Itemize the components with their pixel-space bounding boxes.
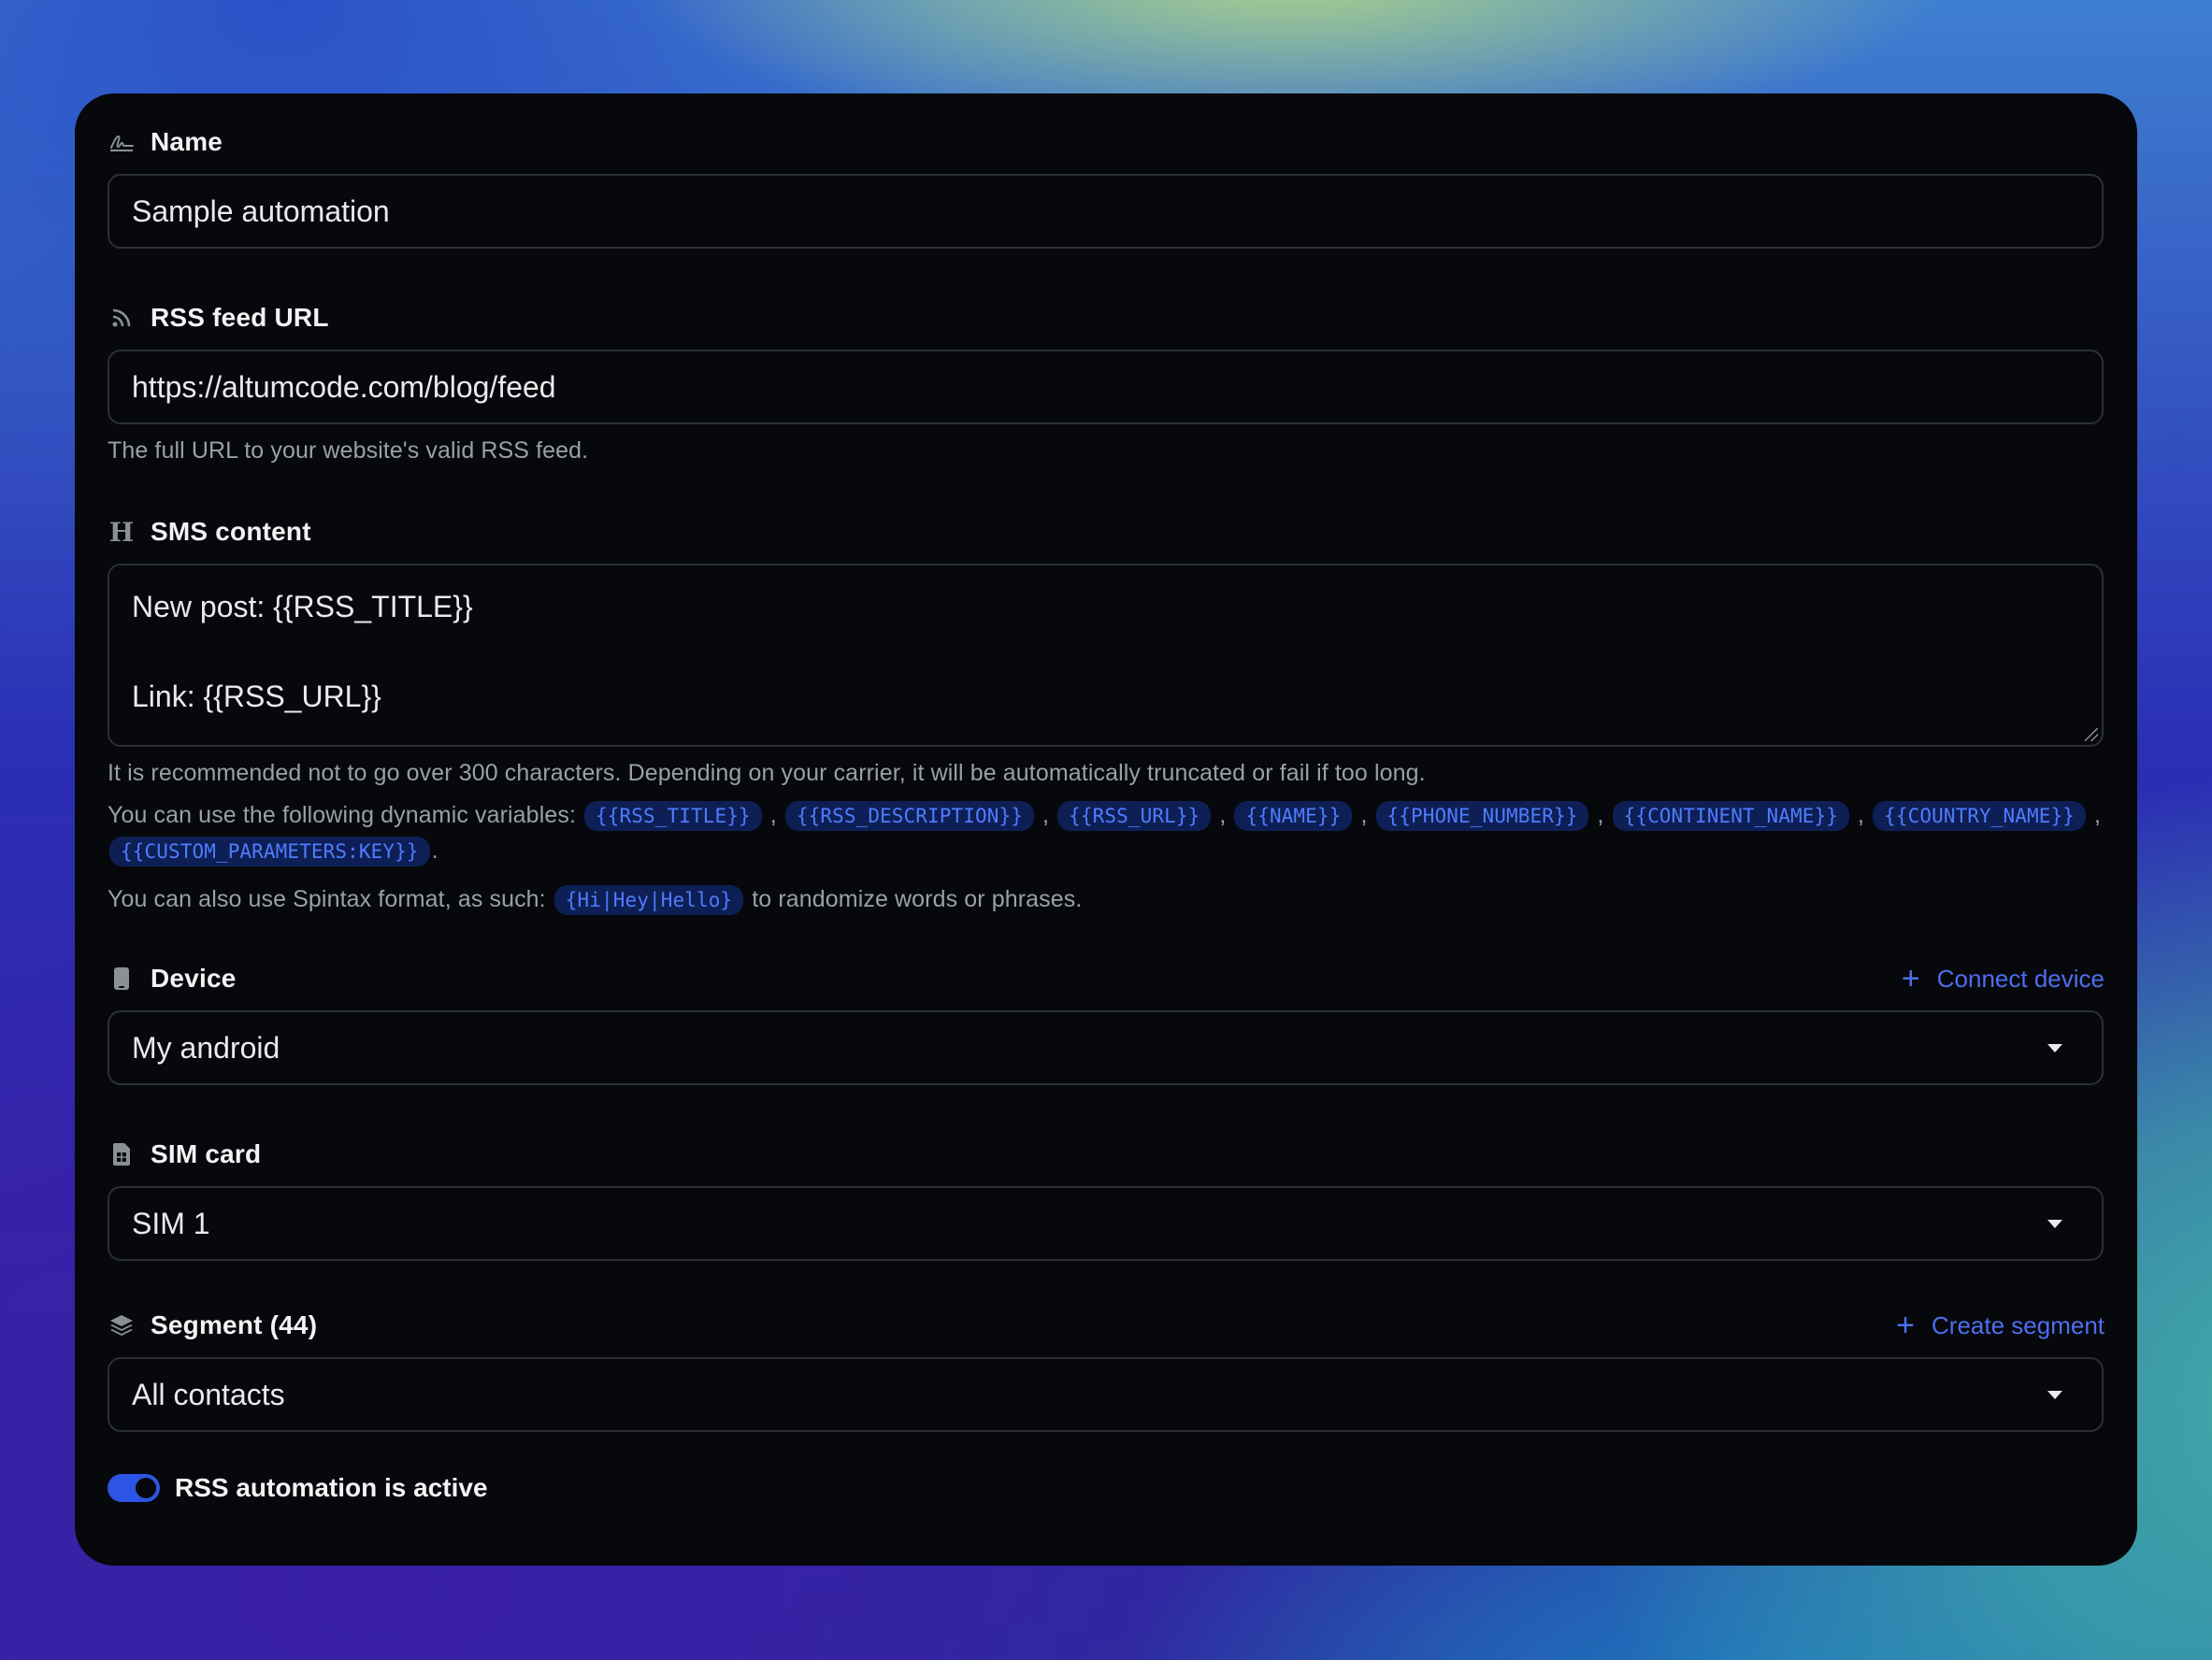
toggle-knob [136, 1478, 156, 1498]
create-segment-link[interactable]: + Create segment [1896, 1309, 2104, 1341]
caret-down-icon [2047, 1390, 2062, 1399]
layers-icon [108, 1311, 136, 1339]
segment-select[interactable]: All contacts [108, 1357, 2104, 1432]
sim-select[interactable]: SIM 1 [108, 1186, 2104, 1261]
name-label: Name [151, 127, 223, 156]
variable-chip: {{RSS_DESCRIPTION}} [784, 801, 1034, 832]
sms-content-label: SMS content [151, 517, 311, 546]
variable-chip: {{PHONE_NUMBER}} [1375, 801, 1589, 832]
device-select-value: My android [132, 1030, 280, 1065]
variables-help-prefix: You can use the following dynamic variab… [108, 802, 576, 828]
active-toggle-label: RSS automation is active [175, 1473, 488, 1502]
caret-down-icon [2047, 1219, 2062, 1228]
device-label-row: Device + Connect device [108, 958, 2104, 999]
variable-chip: {{CONTINENT_NAME}} [1612, 801, 1849, 832]
spintax-help-prefix: You can also use Spintax format, as such… [108, 886, 546, 912]
segment-label: Segment (44) [151, 1310, 318, 1339]
heading-icon: H [108, 516, 135, 548]
resize-handle-icon[interactable] [2085, 728, 2098, 741]
rss-url-label: RSS feed URL [151, 303, 329, 332]
caret-down-icon [2047, 1043, 2062, 1052]
create-segment-label: Create segment [1932, 1310, 2104, 1339]
connect-device-label: Connect device [1936, 964, 2104, 993]
variable-chip: {{RSS_URL}} [1057, 801, 1212, 832]
variable-chip: {{COUNTRY_NAME}} [1873, 801, 2086, 832]
sim-label: SIM card [151, 1139, 262, 1168]
variable-chip: {{CUSTOM_PARAMETERS:KEY}} [109, 837, 430, 867]
spintax-chip: {Hi|Hey|Hello} [553, 885, 744, 916]
connect-device-link[interactable]: + Connect device [1902, 963, 2104, 995]
spintax-help: You can also use Spintax format, as such… [108, 881, 2104, 917]
spintax-help-suffix: to randomize words or phrases. [752, 886, 1083, 912]
name-input[interactable]: Sample automation [108, 174, 2104, 249]
device-label: Device [151, 964, 237, 993]
mobile-icon [108, 965, 136, 993]
sms-content-line-1: New post: {{RSS_TITLE}} [132, 590, 473, 623]
rss-icon [108, 304, 136, 332]
name-label-row: Name [108, 122, 2104, 163]
sms-variables-help: You can use the following dynamic variab… [108, 797, 2104, 868]
plus-icon: + [1901, 961, 1920, 996]
rss-url-input-value: https://altumcode.com/blog/feed [132, 369, 556, 404]
variable-chip: {{NAME}} [1234, 801, 1353, 832]
automation-form-card: Name Sample automation RSS feed URL http… [75, 93, 2137, 1566]
name-input-value: Sample automation [132, 193, 390, 228]
segment-select-value: All contacts [132, 1377, 285, 1411]
rss-url-input[interactable]: https://altumcode.com/blog/feed [108, 350, 2104, 424]
sms-content-label-row: H SMS content [108, 511, 2104, 552]
variable-chip: {{RSS_TITLE}} [584, 801, 762, 832]
rss-url-help: The full URL to your website's valid RSS… [108, 437, 589, 464]
rss-url-label-row: RSS feed URL [108, 297, 2104, 338]
active-toggle-row: RSS automation is active [108, 1473, 488, 1503]
sim-select-value: SIM 1 [132, 1206, 210, 1240]
plus-icon: + [1896, 1308, 1916, 1343]
device-select[interactable]: My android [108, 1010, 2104, 1085]
sms-content-line-3: Link: {{RSS_URL}} [132, 680, 381, 713]
sim-label-row: SIM card [108, 1134, 2104, 1175]
sim-card-icon [108, 1140, 136, 1168]
sms-limit-help: It is recommended not to go over 300 cha… [108, 760, 1426, 786]
active-toggle[interactable] [108, 1474, 160, 1502]
segment-label-row: Segment (44) + Create segment [108, 1305, 2104, 1346]
sms-content-textarea[interactable]: New post: {{RSS_TITLE}} Link: {{RSS_URL}… [108, 564, 2104, 747]
signature-icon [108, 128, 136, 156]
